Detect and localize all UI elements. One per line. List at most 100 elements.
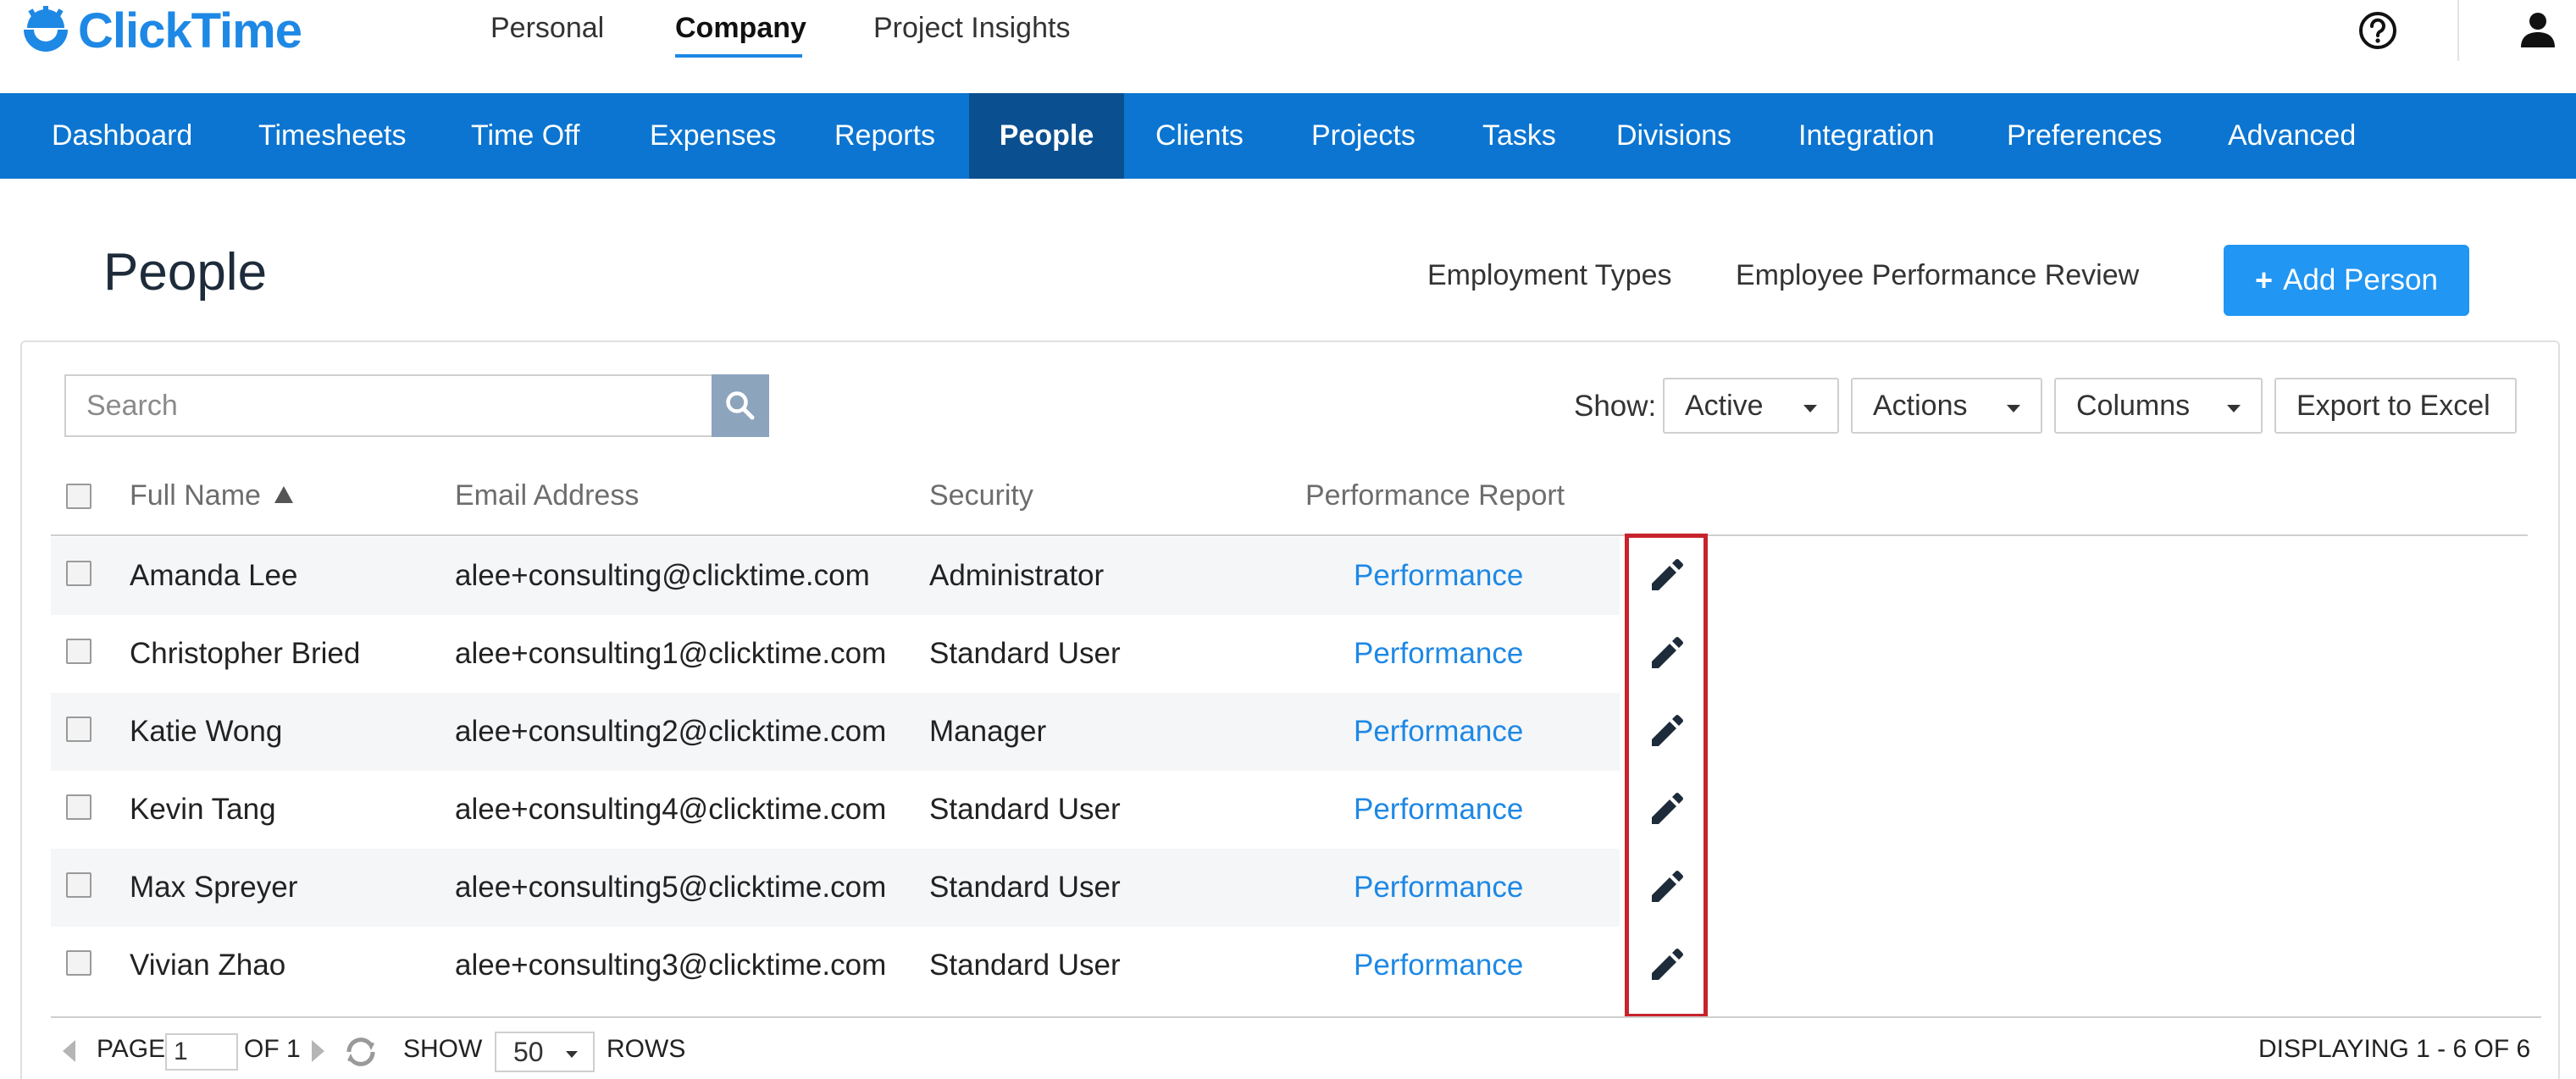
search-button[interactable] xyxy=(712,374,769,437)
row-email: alee+consulting3@clicktime.com xyxy=(455,949,887,982)
top-nav-company[interactable]: Company xyxy=(675,12,806,45)
row-full-name: Christopher Bried xyxy=(130,637,361,670)
refresh-icon[interactable] xyxy=(342,1033,379,1071)
pager-displaying: DISPLAYING 1 - 6 OF 6 xyxy=(2258,1035,2531,1063)
search-input[interactable]: Search xyxy=(64,374,713,437)
columns-label: Columns xyxy=(2076,389,2191,422)
row-email: alee+consulting5@clicktime.com xyxy=(455,871,887,904)
nav-people[interactable]: People xyxy=(969,93,1124,179)
row-security: Standard User xyxy=(929,637,1121,670)
page-title: People xyxy=(103,243,268,302)
active-filter-dropdown[interactable]: Active xyxy=(1663,378,1839,434)
plus-icon: + xyxy=(2255,263,2274,297)
nav-preferences[interactable]: Preferences xyxy=(1975,93,2194,179)
active-tab-underline xyxy=(675,54,802,58)
row-security: Manager xyxy=(929,715,1047,748)
actions-dropdown[interactable]: Actions xyxy=(1851,378,2042,434)
nav-timesheets[interactable]: Timesheets xyxy=(226,93,438,179)
employment-types-link[interactable]: Employment Types xyxy=(1427,259,1672,292)
export-to-excel-button[interactable]: Export to Excel xyxy=(2274,378,2517,434)
nav-clients[interactable]: Clients xyxy=(1123,93,1276,179)
pager-rows-label: ROWS xyxy=(607,1035,686,1063)
top-nav-project-insights[interactable]: Project Insights xyxy=(873,12,1070,45)
row-security: Standard User xyxy=(929,793,1121,826)
rows-per-page-select[interactable]: 50 xyxy=(495,1032,595,1072)
row-security: Administrator xyxy=(929,559,1105,592)
row-checkbox[interactable] xyxy=(66,639,91,664)
prev-page-icon[interactable] xyxy=(63,1040,75,1062)
user-icon[interactable] xyxy=(2518,10,2557,49)
row-performance-link[interactable]: Performance xyxy=(1354,715,1523,749)
sort-asc-icon xyxy=(274,486,293,504)
search-icon xyxy=(726,391,755,420)
table-bottom-divider xyxy=(51,1016,2541,1018)
nav-expenses[interactable]: Expenses xyxy=(618,93,808,179)
nav-advanced[interactable]: Advanced xyxy=(2196,93,2388,179)
nav-dashboard[interactable]: Dashboard xyxy=(19,93,224,179)
main-nav: Dashboard Timesheets Time Off Expenses R… xyxy=(0,93,2576,179)
header-divider xyxy=(2457,0,2459,61)
row-email: alee+consulting4@clicktime.com xyxy=(455,793,887,826)
row-full-name: Vivian Zhao xyxy=(130,949,286,982)
logo-icon xyxy=(24,6,68,52)
select-all-checkbox[interactable] xyxy=(66,484,91,509)
actions-label: Actions xyxy=(1873,389,1968,422)
search-placeholder: Search xyxy=(86,389,178,422)
row-email: alee+consulting@clicktime.com xyxy=(455,559,870,592)
columns-dropdown[interactable]: Columns xyxy=(2054,378,2263,434)
pager-page-label: PAGE xyxy=(97,1035,166,1063)
rows-per-page-value: 50 xyxy=(513,1036,544,1067)
logo-text: ClickTime xyxy=(78,3,302,58)
edit-column-highlight xyxy=(1625,534,1708,1018)
active-filter-label: Active xyxy=(1685,389,1764,422)
row-checkbox[interactable] xyxy=(66,950,91,976)
header-full-name[interactable]: Full Name xyxy=(130,479,293,512)
nav-integration[interactable]: Integration xyxy=(1766,93,1967,179)
pager-show-label: SHOW xyxy=(403,1035,483,1063)
row-performance-link[interactable]: Performance xyxy=(1354,871,1523,905)
show-label: Show: xyxy=(1574,390,1657,423)
row-performance-link[interactable]: Performance xyxy=(1354,559,1523,593)
row-performance-link[interactable]: Performance xyxy=(1354,793,1523,827)
next-page-icon[interactable] xyxy=(312,1040,324,1062)
page-number-input[interactable]: 1 xyxy=(165,1033,238,1071)
nav-divisions[interactable]: Divisions xyxy=(1584,93,1764,179)
chevron-down-icon xyxy=(566,1051,578,1058)
row-full-name: Max Spreyer xyxy=(130,871,298,904)
row-performance-link[interactable]: Performance xyxy=(1354,949,1523,982)
row-checkbox[interactable] xyxy=(66,717,91,742)
top-nav-personal[interactable]: Personal xyxy=(490,12,604,45)
nav-time-off[interactable]: Time Off xyxy=(439,93,612,179)
header-full-name-label: Full Name xyxy=(130,479,261,512)
employee-performance-review-link[interactable]: Employee Performance Review xyxy=(1736,259,2139,292)
row-checkbox[interactable] xyxy=(66,872,91,898)
nav-projects[interactable]: Projects xyxy=(1279,93,1448,179)
top-header: ClickTime Personal Company Project Insig… xyxy=(0,0,2576,93)
row-checkbox[interactable] xyxy=(66,561,91,586)
chevron-down-icon xyxy=(2007,405,2020,412)
row-full-name: Amanda Lee xyxy=(130,559,298,592)
add-person-button[interactable]: + Add Person xyxy=(2224,245,2469,316)
header-performance-report[interactable]: Performance Report xyxy=(1305,479,1565,512)
chevron-down-icon xyxy=(2227,405,2241,412)
row-security: Standard User xyxy=(929,871,1121,904)
row-email: alee+consulting2@clicktime.com xyxy=(455,715,887,748)
row-performance-link[interactable]: Performance xyxy=(1354,637,1523,671)
help-icon[interactable] xyxy=(2357,10,2398,51)
row-full-name: Kevin Tang xyxy=(130,793,276,826)
add-person-label: Add Person xyxy=(2283,263,2438,296)
chevron-down-icon xyxy=(1803,405,1817,412)
nav-reports[interactable]: Reports xyxy=(802,93,967,179)
export-label: Export to Excel xyxy=(2296,389,2490,422)
header-divider xyxy=(51,534,2528,536)
row-full-name: Katie Wong xyxy=(130,715,283,748)
pager-of-label: OF 1 xyxy=(244,1035,301,1063)
nav-tasks[interactable]: Tasks xyxy=(1450,93,1588,179)
clicktime-logo[interactable]: ClickTime xyxy=(19,0,302,61)
page-number-value: 1 xyxy=(174,1038,188,1065)
row-security: Standard User xyxy=(929,949,1121,982)
header-security[interactable]: Security xyxy=(929,479,1033,512)
row-checkbox[interactable] xyxy=(66,794,91,820)
row-email: alee+consulting1@clicktime.com xyxy=(455,637,887,670)
header-email[interactable]: Email Address xyxy=(455,479,639,512)
